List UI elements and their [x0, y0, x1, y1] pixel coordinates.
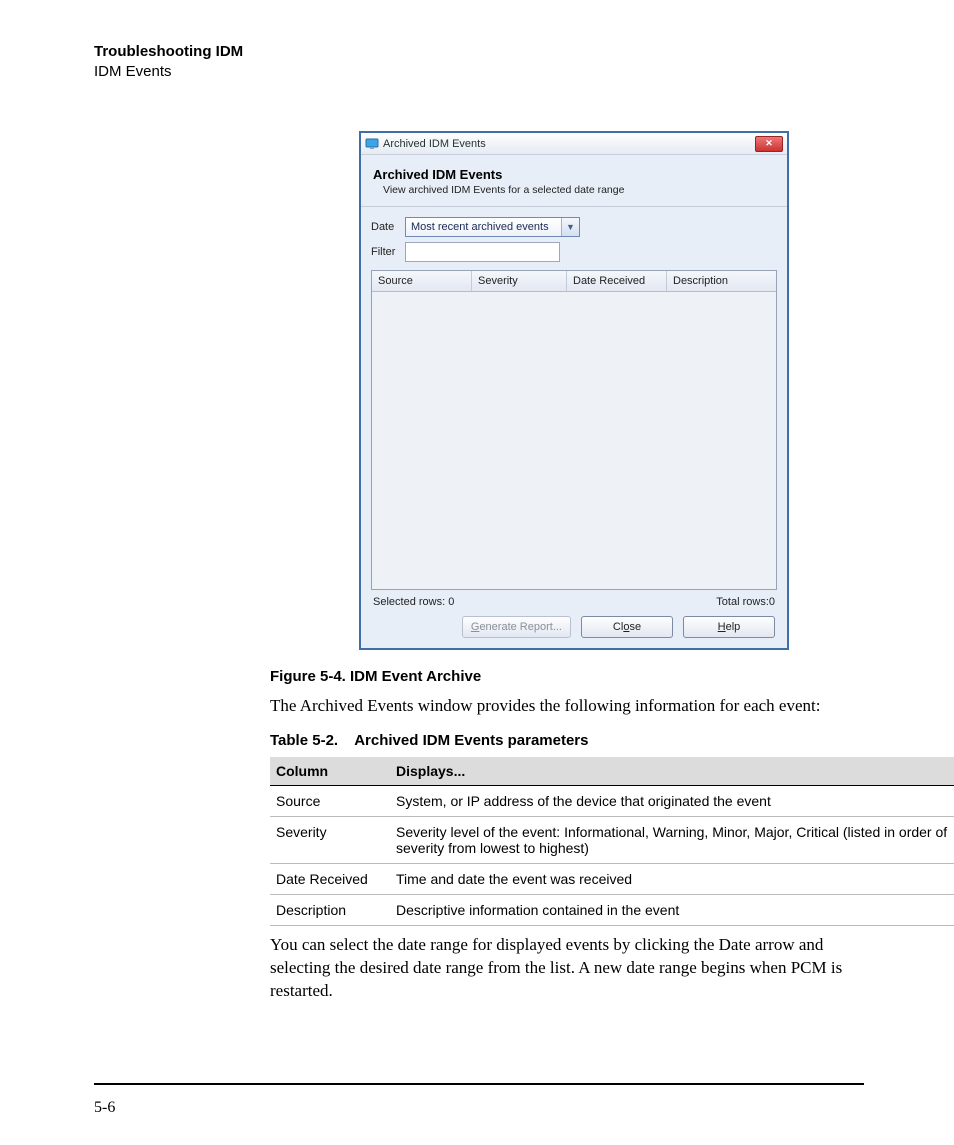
column-severity[interactable]: Severity	[472, 271, 567, 291]
footer-rule	[94, 1083, 864, 1085]
divider	[361, 206, 787, 207]
archived-events-dialog: Archived IDM Events ✕ Archived IDM Event…	[359, 131, 789, 650]
date-label: Date	[371, 221, 405, 233]
page-header-subtitle: IDM Events	[94, 62, 864, 82]
after-paragraph: You can select the date range for displa…	[270, 934, 864, 1003]
monitor-icon	[365, 138, 379, 150]
table-row: Source System, or IP address of the devi…	[270, 785, 954, 816]
parameters-table: Column Displays... Source System, or IP …	[270, 757, 954, 926]
selected-rows-status: Selected rows: 0	[373, 596, 454, 608]
dialog-titlebar: Archived IDM Events ✕	[361, 133, 787, 155]
events-table-body	[372, 292, 776, 589]
column-source[interactable]: Source	[372, 271, 472, 291]
dialog-heading: Archived IDM Events	[373, 167, 775, 182]
date-combobox[interactable]: Most recent archived events ▼	[405, 217, 580, 237]
intro-paragraph: The Archived Events window provides the …	[270, 695, 864, 718]
date-combobox-value: Most recent archived events	[406, 221, 561, 233]
dialog-window-title: Archived IDM Events	[383, 138, 755, 150]
table-row: Description Descriptive information cont…	[270, 894, 954, 925]
events-table-header: Source Severity Date Received Descriptio…	[372, 271, 776, 292]
filter-input[interactable]	[405, 242, 560, 262]
column-description[interactable]: Description	[667, 271, 776, 291]
total-rows-status: Total rows:0	[716, 596, 775, 608]
param-table-head-displays: Displays...	[390, 757, 954, 786]
page-header-title: Troubleshooting IDM	[94, 42, 864, 62]
events-table: Source Severity Date Received Descriptio…	[371, 270, 777, 590]
param-table-head-column: Column	[270, 757, 390, 786]
table-caption: Table 5-2. Archived IDM Events parameter…	[270, 732, 864, 749]
page-number: 5-6	[94, 1099, 115, 1117]
generate-report-button[interactable]: Generate Report...	[462, 616, 571, 638]
dialog-subheading: View archived IDM Events for a selected …	[383, 184, 775, 196]
column-date-received[interactable]: Date Received	[567, 271, 667, 291]
filter-label: Filter	[371, 246, 405, 258]
help-button[interactable]: Help	[683, 616, 775, 638]
close-button[interactable]: Close	[581, 616, 673, 638]
chevron-down-icon[interactable]: ▼	[561, 218, 579, 236]
close-icon[interactable]: ✕	[755, 136, 783, 152]
figure-caption: Figure 5-4. IDM Event Archive	[270, 668, 864, 685]
table-row: Date Received Time and date the event wa…	[270, 863, 954, 894]
table-row: Severity Severity level of the event: In…	[270, 816, 954, 863]
